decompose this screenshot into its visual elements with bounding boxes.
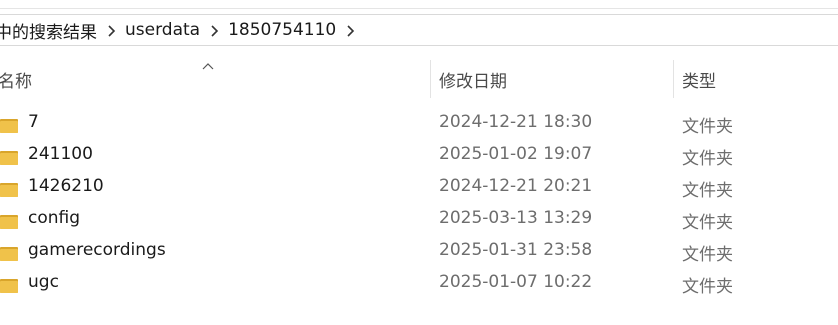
- file-name: ugc: [28, 272, 59, 292]
- file-type: 文件夹: [682, 149, 733, 169]
- folder-icon: [0, 115, 18, 137]
- chevron-right-icon[interactable]: [339, 21, 361, 40]
- file-row[interactable]: config 2025-03-13 13:29 文件夹: [0, 204, 838, 236]
- folder-icon: [0, 243, 18, 265]
- column-header-name-label: 名称: [0, 71, 32, 92]
- file-date-modified: 2024-12-21 18:30: [439, 112, 593, 132]
- explorer-window: 中的搜索结果 userdata 1850754110 名称 修改日期 类型 7 …: [0, 0, 838, 325]
- column-header-type[interactable]: 类型: [673, 58, 838, 100]
- breadcrumb-item-search-results[interactable]: 中的搜索结果: [0, 18, 100, 43]
- toolbar-divider: [0, 8, 838, 9]
- breadcrumb[interactable]: 中的搜索结果 userdata 1850754110: [0, 14, 838, 46]
- file-name: 7: [28, 112, 39, 132]
- file-list: 7 2024-12-21 18:30 文件夹 241100 2025-01-02…: [0, 108, 838, 300]
- file-row[interactable]: 1426210 2024-12-21 20:21 文件夹: [0, 172, 838, 204]
- file-type: 文件夹: [682, 181, 733, 201]
- file-date-modified: 2025-01-07 10:22: [439, 272, 593, 292]
- file-name: 241100: [28, 144, 93, 164]
- file-name: 1426210: [28, 176, 104, 196]
- file-type: 文件夹: [682, 117, 733, 137]
- file-date-modified: 2024-12-21 20:21: [439, 176, 593, 196]
- file-date-modified: 2025-03-13 13:29: [439, 208, 593, 228]
- file-row[interactable]: ugc 2025-01-07 10:22 文件夹: [0, 268, 838, 300]
- folder-icon: [0, 179, 18, 201]
- file-type: 文件夹: [682, 213, 733, 233]
- column-header-date-modified[interactable]: 修改日期: [430, 58, 673, 100]
- file-row[interactable]: 241100 2025-01-02 19:07 文件夹: [0, 140, 838, 172]
- file-type: 文件夹: [682, 245, 733, 265]
- file-name: gamerecordings: [28, 240, 166, 260]
- file-date-modified: 2025-01-31 23:58: [439, 240, 593, 260]
- breadcrumb-item-user-id[interactable]: 1850754110: [225, 20, 339, 40]
- file-row[interactable]: gamerecordings 2025-01-31 23:58 文件夹: [0, 236, 838, 268]
- file-name: config: [28, 208, 81, 228]
- chevron-right-icon[interactable]: [100, 21, 122, 40]
- column-header-row: 名称 修改日期 类型: [0, 58, 838, 100]
- folder-icon: [0, 275, 18, 297]
- folder-icon: [0, 211, 18, 233]
- file-type: 文件夹: [682, 277, 733, 297]
- file-row[interactable]: 7 2024-12-21 18:30 文件夹: [0, 108, 838, 140]
- column-header-type-label: 类型: [682, 71, 716, 92]
- column-header-name[interactable]: 名称: [0, 58, 428, 100]
- chevron-right-icon[interactable]: [203, 21, 225, 40]
- folder-icon: [0, 147, 18, 169]
- breadcrumb-item-userdata[interactable]: userdata: [122, 20, 203, 40]
- file-date-modified: 2025-01-02 19:07: [439, 144, 593, 164]
- column-header-date-label: 修改日期: [439, 71, 507, 92]
